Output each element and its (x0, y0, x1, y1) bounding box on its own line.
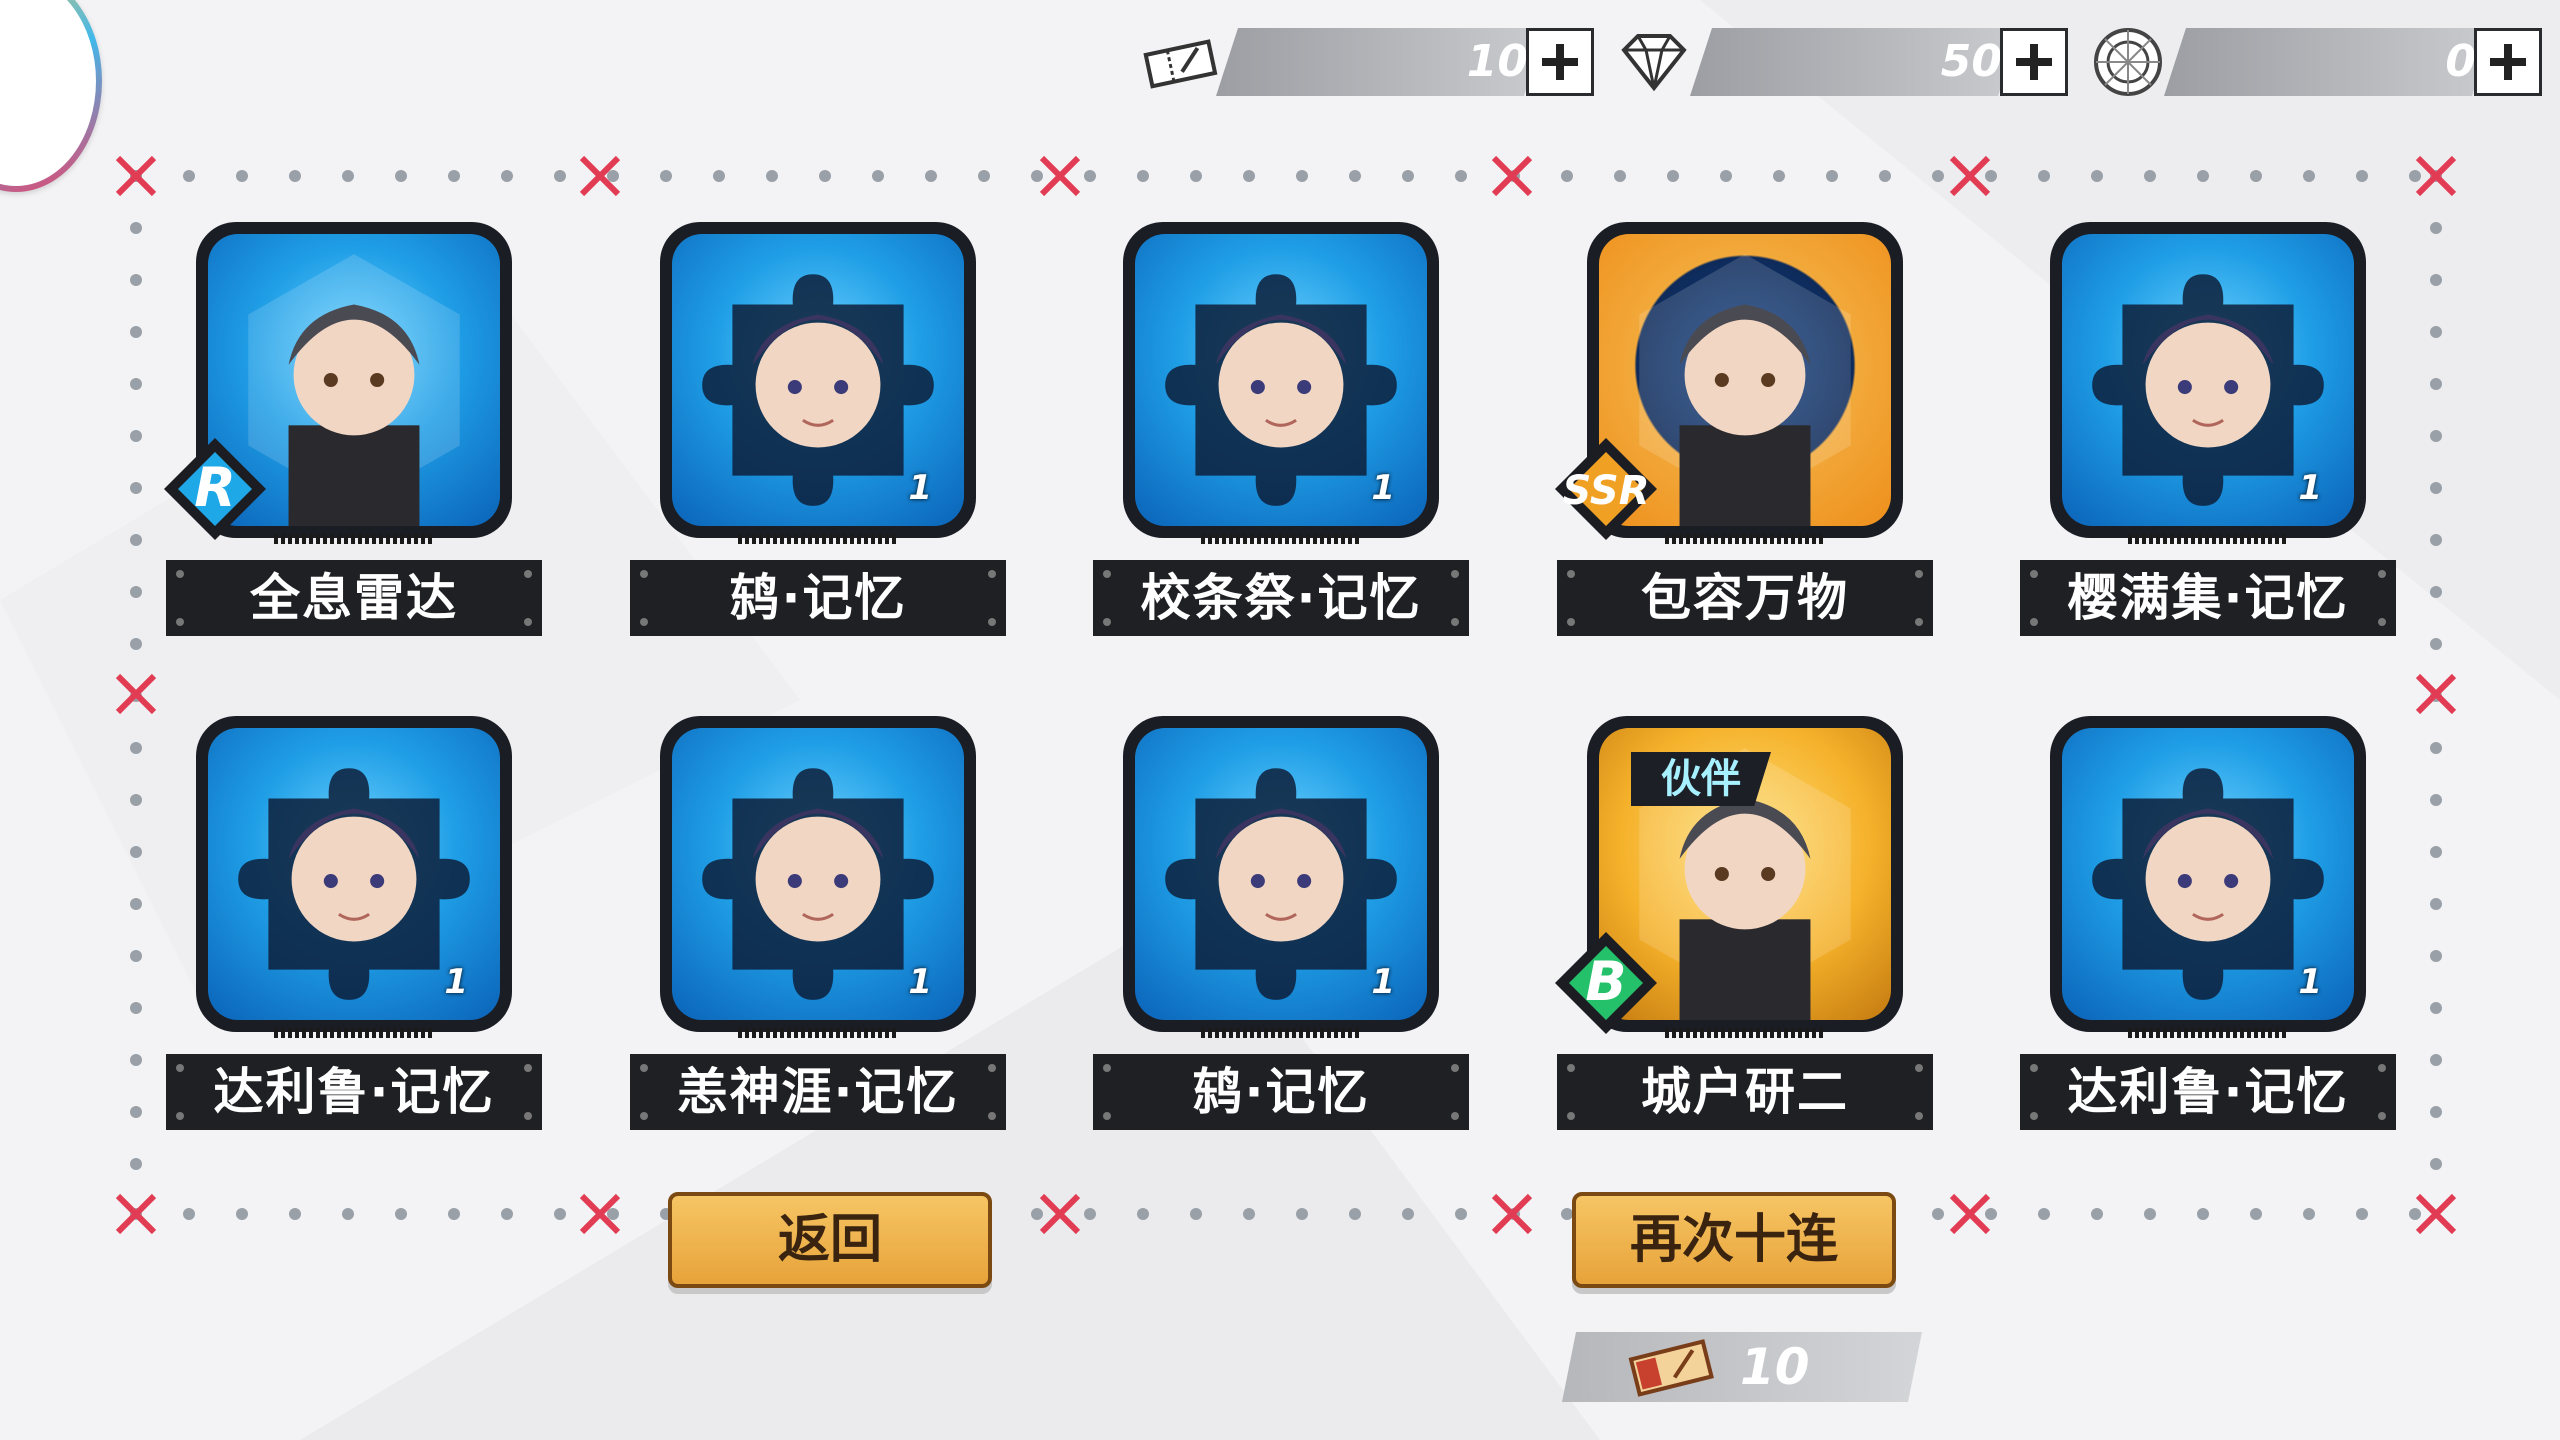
reward-card[interactable]: 伙伴 B 城户研二 (1555, 716, 1937, 1156)
ticket-icon (1143, 39, 1218, 89)
draw-ten-again-button[interactable]: 再次十连 (1572, 1192, 1896, 1288)
reward-card[interactable]: 1 樱满集·记忆 (2020, 222, 2400, 662)
reward-card[interactable]: SSR 包容万物 (1555, 222, 1937, 662)
barcode-decoration (274, 1028, 434, 1038)
card-name: 达利鲁·记忆 (166, 1054, 542, 1130)
card-name-text: 达利鲁·记忆 (2067, 1063, 2349, 1121)
card-name: 鸫·记忆 (1093, 1054, 1469, 1130)
card-name: 城户研二 (1557, 1054, 1933, 1130)
reward-card[interactable]: R 全息雷达 (164, 222, 546, 662)
card-name-text: 鸫·记忆 (1192, 1063, 1370, 1121)
barcode-decoration (1665, 534, 1825, 544)
card-name: 鸫·记忆 (630, 560, 1006, 636)
card-count: 1 (908, 962, 932, 1002)
reward-card[interactable]: 1 校条祭·记忆 (1093, 222, 1473, 662)
card-name: 全息雷达 (166, 560, 542, 636)
reward-card[interactable]: 1 达利鲁·记忆 (166, 716, 546, 1156)
card-portrait-frame: 1 (2050, 716, 2366, 1032)
card-name-text: 恙神涯·记忆 (677, 1063, 959, 1121)
rarity-label: R (194, 456, 236, 519)
card-count: 1 (444, 962, 468, 1002)
cost-value: 10 (1740, 1338, 1810, 1396)
card-portrait-frame: 1 (1123, 222, 1439, 538)
card-name-text: 全息雷达 (250, 569, 458, 627)
card-name-text: 达利鲁·记忆 (213, 1063, 495, 1121)
card-name-text: 鸫·记忆 (729, 569, 907, 627)
card-portrait-frame: 1 (660, 222, 976, 538)
barcode-decoration (1665, 1028, 1825, 1038)
barcode-decoration (1201, 1028, 1361, 1038)
add-diamond-button[interactable] (2000, 28, 2068, 96)
barcode-decoration (274, 534, 434, 544)
barcode-decoration (1201, 534, 1361, 544)
card-portrait-frame: 1 (196, 716, 512, 1032)
add-crystal-button[interactable] (2474, 28, 2542, 96)
card-name-text: 校条祭·记忆 (1140, 569, 1422, 627)
barcode-decoration (738, 534, 898, 544)
rarity-label: SSR (1562, 468, 1650, 514)
card-portrait-frame: 1 (660, 716, 976, 1032)
reward-card[interactable]: 1 鸫·记忆 (630, 222, 1010, 662)
card-count: 1 (908, 468, 932, 508)
card-name: 包容万物 (1557, 560, 1933, 636)
rarity-label: B (1585, 950, 1627, 1013)
back-button[interactable]: 返回 (668, 1192, 992, 1288)
diamond-icon (1621, 34, 1687, 92)
ticket-icon (1628, 1339, 1714, 1397)
crystal-icon (2094, 28, 2162, 96)
card-count: 1 (2298, 962, 2322, 1002)
card-count: 1 (2298, 468, 2322, 508)
card-name: 校条祭·记忆 (1093, 560, 1469, 636)
reward-card[interactable]: 1 鸫·记忆 (1093, 716, 1473, 1156)
card-count: 1 (1371, 962, 1395, 1002)
crystal-count: 0 (2445, 36, 2476, 87)
card-name: 恙神涯·记忆 (630, 1054, 1006, 1130)
reward-card[interactable]: 1 恙神涯·记忆 (630, 716, 1010, 1156)
add-ticket-button[interactable] (1526, 28, 1594, 96)
reward-card[interactable]: 1 达利鲁·记忆 (2020, 716, 2400, 1156)
barcode-decoration (738, 1028, 898, 1038)
card-name-text: 包容万物 (1641, 569, 1849, 627)
card-name-text: 城户研二 (1641, 1063, 1849, 1121)
card-portrait-frame: 1 (1123, 716, 1439, 1032)
ticket-count: 10 (1466, 36, 1528, 87)
diamond-count: 50 (1940, 36, 2002, 87)
barcode-decoration (2128, 534, 2288, 544)
card-name-text: 樱满集·记忆 (2067, 569, 2349, 627)
partner-tag: 伙伴 (1631, 752, 1771, 806)
card-name: 达利鲁·记忆 (2020, 1054, 2396, 1130)
card-portrait-frame: 1 (2050, 222, 2366, 538)
card-count: 1 (1371, 468, 1395, 508)
barcode-decoration (2128, 1028, 2288, 1038)
card-name: 樱满集·记忆 (2020, 560, 2396, 636)
